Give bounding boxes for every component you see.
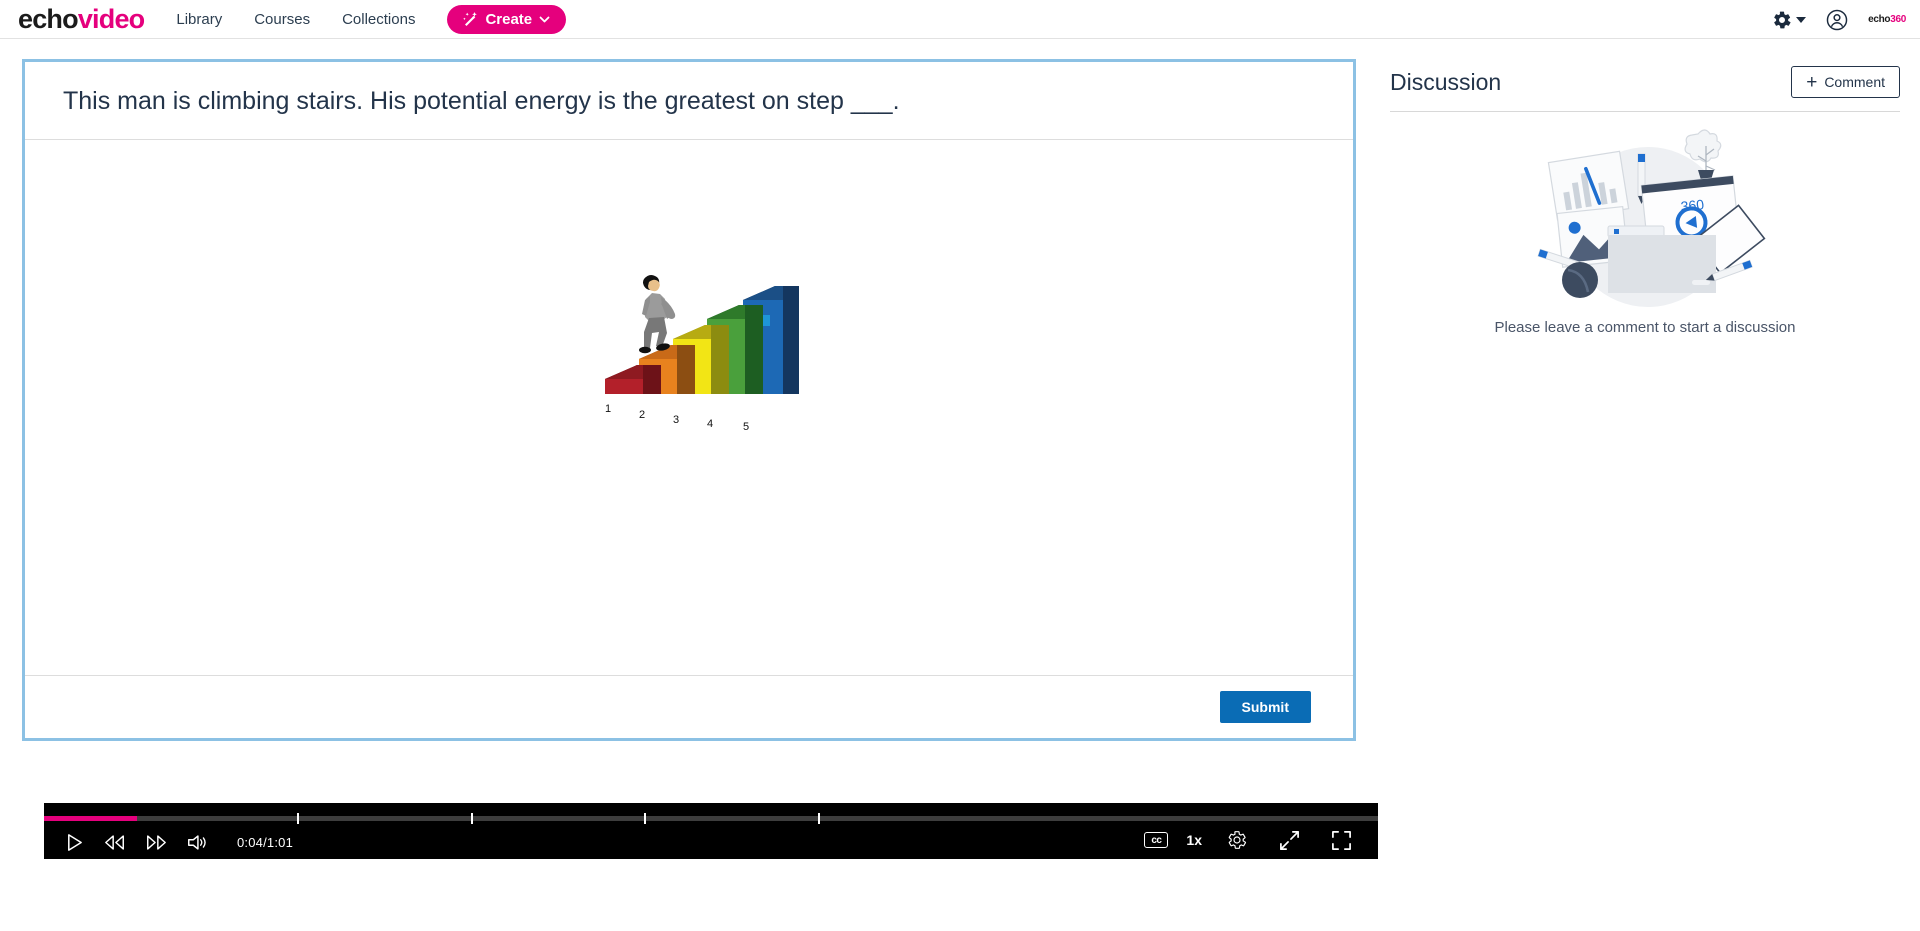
ball-icon	[1562, 262, 1598, 298]
expand-button[interactable]	[1272, 825, 1306, 855]
video-controls: 0:04/1:01 cc 1x	[44, 825, 1378, 859]
echo360-logo: echo360	[1868, 14, 1906, 25]
video-settings-button[interactable]	[1220, 825, 1254, 855]
top-navigation-bar: echovideo Library Courses Collections Cr…	[0, 0, 1920, 39]
chevron-down-icon	[539, 16, 550, 22]
play-button[interactable]	[57, 827, 91, 857]
video-controls-left: 0:04/1:01	[57, 827, 293, 857]
climbing-man-figure	[639, 275, 676, 354]
question-header: This man is climbing stairs. His potenti…	[25, 62, 1353, 140]
nav-item-library[interactable]: Library	[176, 11, 222, 28]
question-body: 1 2 3 4 5	[25, 140, 1353, 675]
chapter-marker[interactable]	[470, 813, 473, 824]
fast-forward-icon	[147, 834, 166, 850]
playback-speed-button[interactable]: 1x	[1186, 832, 1202, 848]
video-controls-right: cc 1x	[1144, 825, 1358, 855]
submit-button[interactable]: Submit	[1219, 691, 1311, 723]
chapter-marker[interactable]	[297, 813, 300, 824]
echo360-logo-echo: echo	[1868, 14, 1891, 25]
nav-item-collections[interactable]: Collections	[342, 11, 415, 28]
nav-right-actions: echo360	[1772, 0, 1906, 39]
add-comment-button[interactable]: + Comment	[1791, 66, 1900, 98]
stairs-illustration-svg: 1 2 3 4 5	[605, 275, 799, 430]
volume-icon	[188, 834, 206, 850]
empty-discussion-illustration: 360	[1537, 129, 1766, 307]
question-title: This man is climbing stairs. His potenti…	[63, 86, 900, 115]
step-label-1: 1	[605, 403, 611, 415]
main-nav-links: Library Courses Collections	[176, 11, 447, 28]
discussion-empty-message: Please leave a comment to start a discus…	[1494, 319, 1796, 336]
create-button[interactable]: Create	[447, 4, 567, 34]
step-label-2: 2	[639, 409, 645, 421]
rewind-button[interactable]	[98, 827, 132, 857]
video-progress-bar[interactable]	[44, 813, 1378, 824]
board-handle	[1692, 280, 1710, 285]
play-icon	[67, 833, 82, 851]
video-player-area: This man is climbing stairs. His potenti…	[22, 59, 1378, 859]
settings-caret-icon	[1796, 16, 1807, 23]
create-button-label: Create	[485, 10, 533, 28]
chapter-marker[interactable]	[817, 813, 820, 824]
discussion-divider	[1390, 111, 1900, 112]
step-label-5: 5	[743, 421, 749, 430]
discussion-empty-state: 360 Please leave a comment to start a di…	[1390, 122, 1900, 336]
user-account-button[interactable]	[1826, 9, 1848, 31]
magic-wand-icon	[463, 11, 478, 26]
echovideo-logo[interactable]: echovideo	[18, 3, 145, 34]
user-avatar-icon	[1826, 9, 1848, 30]
settings-menu-button[interactable]	[1772, 10, 1807, 30]
brand-text-video: video	[77, 3, 145, 34]
rewind-icon	[105, 834, 124, 850]
add-comment-button-label: Comment	[1824, 74, 1885, 90]
chapter-marker[interactable]	[644, 813, 647, 824]
discussion-panel: Discussion + Comment 360 Please leave a …	[1390, 59, 1900, 336]
plus-icon: +	[1806, 71, 1818, 93]
nav-item-courses[interactable]: Courses	[254, 11, 310, 28]
question-footer: Submit	[25, 675, 1353, 738]
question-panel: This man is climbing stairs. His potenti…	[22, 59, 1356, 741]
expand-arrows-icon	[1279, 830, 1299, 850]
video-timecode: 0:04/1:01	[237, 834, 294, 850]
brand-text-echo: echo	[18, 3, 79, 34]
fullscreen-icon	[1331, 830, 1351, 850]
discussion-title: Discussion	[1390, 68, 1502, 95]
stairs-illustration: 1 2 3 4 5	[597, 260, 827, 430]
discussion-header: Discussion + Comment	[1390, 59, 1900, 105]
closed-caption-button[interactable]: cc	[1144, 832, 1169, 848]
video-control-bar: 0:04/1:01 cc 1x	[44, 803, 1378, 859]
video-progress-fill	[44, 816, 138, 821]
gear-icon	[1774, 11, 1791, 28]
fast-forward-button[interactable]	[139, 827, 173, 857]
step-label-3: 3	[673, 414, 679, 426]
step-label-4: 4	[707, 418, 713, 430]
echo360-logo-360: 360	[1890, 14, 1906, 25]
gear-icon	[1228, 831, 1247, 849]
fullscreen-button[interactable]	[1324, 825, 1358, 855]
volume-button[interactable]	[180, 827, 214, 857]
